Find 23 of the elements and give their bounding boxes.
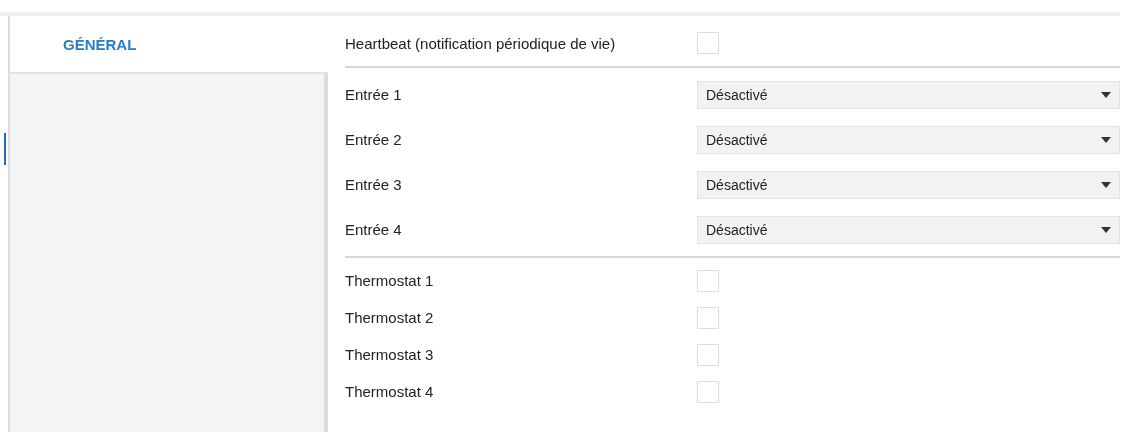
parameter-label: Entrée 2 (345, 131, 403, 148)
parameter-label: Heartbeat (notification périodique de vie) (345, 34, 617, 52)
dropdown-arrow-icon (1101, 181, 1111, 188)
dropdown[interactable]: Désactivé (697, 80, 1120, 109)
edge-marker (4, 133, 6, 165)
parameter-label: Thermostat 3 (345, 346, 435, 363)
checkbox[interactable] (697, 269, 719, 292)
dropdown-arrow-icon (1101, 226, 1111, 233)
parameter-label: Thermostat 2 (345, 309, 435, 326)
dropdown[interactable]: Désactivé (697, 215, 1120, 244)
dropdown[interactable]: Désactivé (697, 125, 1120, 154)
checkbox[interactable] (697, 380, 719, 403)
parameter-label: Entrée 3 (345, 176, 403, 193)
dropdown-arrow-icon (1101, 136, 1111, 143)
parameter-label: Entrée 1 (345, 86, 403, 103)
checkbox[interactable] (697, 32, 719, 54)
parameter-label: Thermostat 4 (345, 383, 435, 400)
checkbox[interactable] (697, 306, 719, 329)
dropdown-arrow-icon (1101, 91, 1111, 98)
checkbox[interactable] (697, 343, 719, 366)
parameter-label: Thermostat 1 (345, 272, 435, 289)
parameter-label: Entrée 4 (345, 221, 403, 238)
dropdown[interactable]: Désactivé (697, 170, 1120, 199)
